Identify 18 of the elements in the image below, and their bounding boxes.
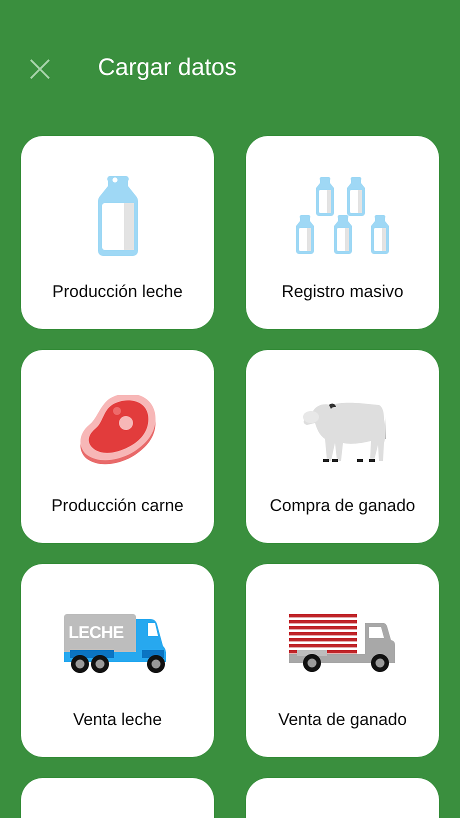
milk-bottles-icon (296, 177, 390, 255)
menu-card[interactable]: Producción leche (21, 136, 214, 329)
menu-card[interactable]: Producción carne (21, 350, 214, 543)
truck-icon (288, 614, 396, 674)
milk-bottle-icon (96, 176, 140, 256)
truck-label: LECHE (68, 623, 124, 643)
menu-card[interactable]: Compra de ganado (246, 350, 439, 543)
card-label: Producción leche (52, 282, 183, 302)
menu-card[interactable]: LECHE Venta leche (21, 564, 214, 757)
card-label: Compra de ganado (270, 496, 416, 516)
menu-card[interactable]: Registro masivo (246, 136, 439, 329)
card-label: Venta de ganado (278, 710, 407, 730)
steak-icon (78, 395, 156, 465)
card-label: Producción carne (51, 496, 184, 516)
menu-card[interactable]: Venta de ganado (246, 564, 439, 757)
card-label: Registro masivo (282, 282, 404, 302)
page-title: Cargar datos (98, 54, 237, 82)
card-label: Venta leche (73, 710, 162, 730)
